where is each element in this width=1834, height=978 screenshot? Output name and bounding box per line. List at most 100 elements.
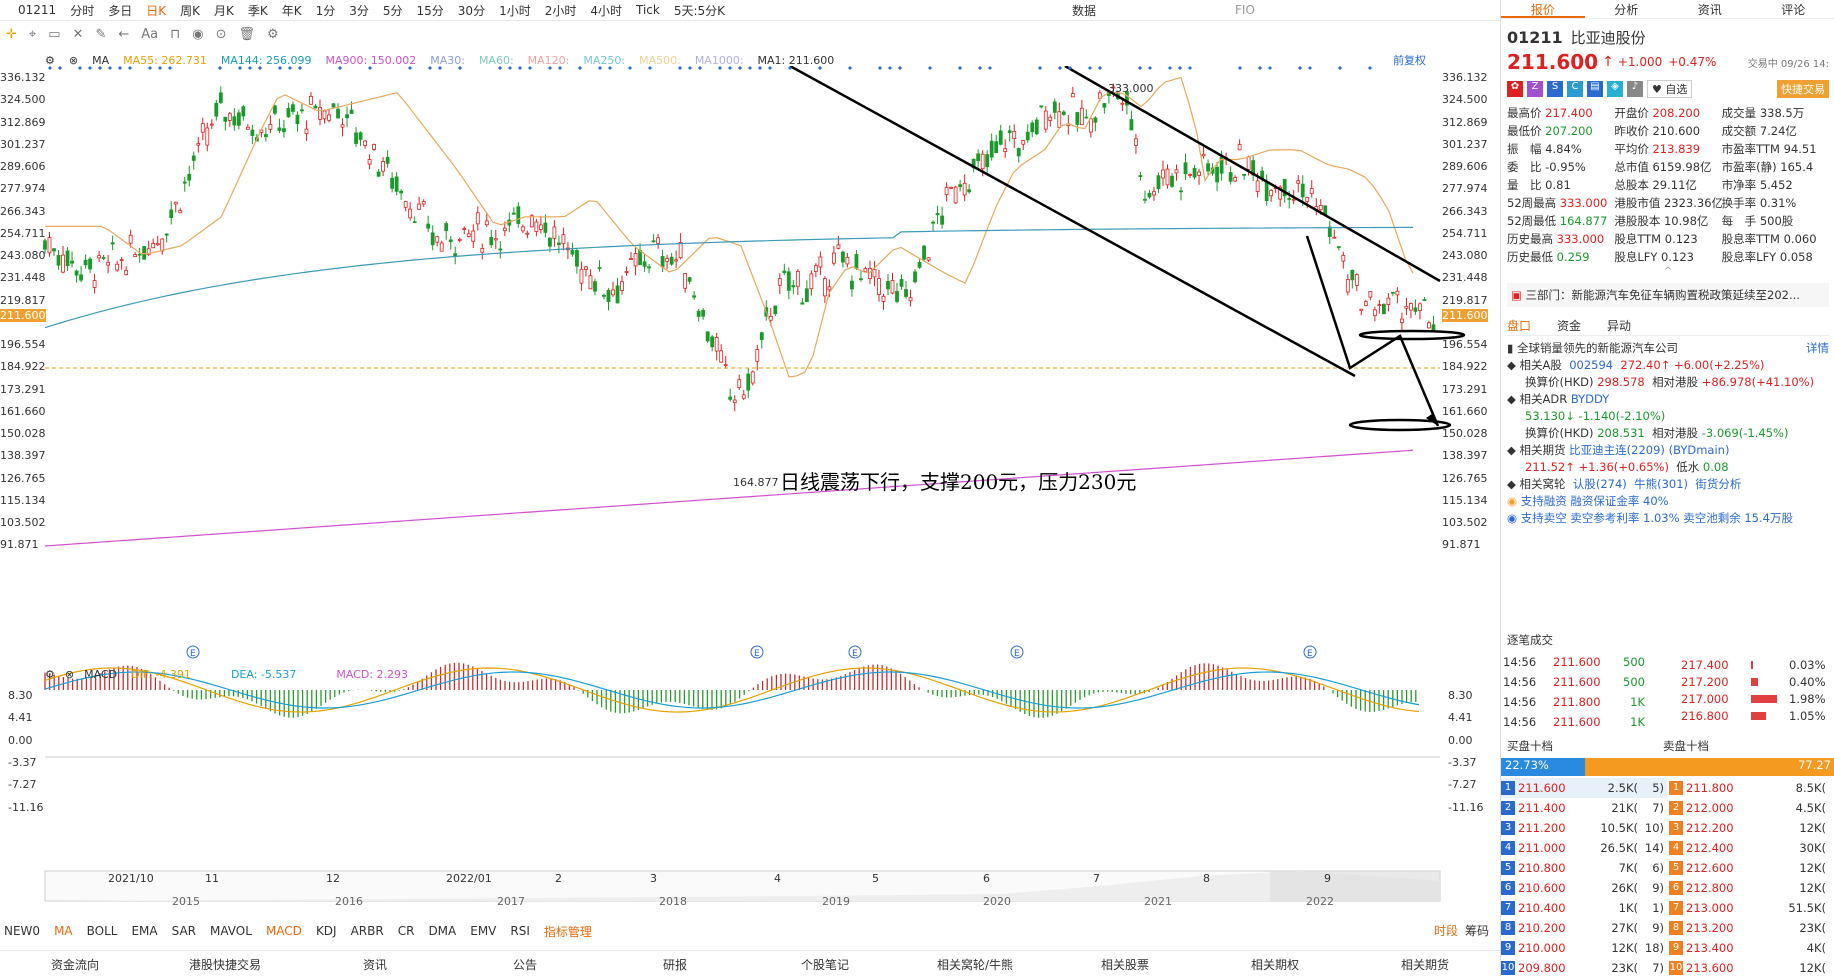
period-tab[interactable]: 5分 [383, 2, 403, 19]
period-tab[interactable]: 1小时 [499, 2, 531, 19]
chips-button[interactable]: 筹码 [1465, 922, 1489, 939]
hk-icon[interactable]: ✿ [1507, 81, 1523, 97]
bottom-nav-tab[interactable]: 相关期货 [1350, 956, 1500, 973]
period-tab[interactable]: 季K [248, 2, 268, 19]
ask-row[interactable]: 4212.40030K( [1669, 838, 1834, 858]
news-ticker[interactable]: ▣ 三部门：新能源汽车免征车辆购置税政策延续至202... [1507, 283, 1829, 307]
bottom-nav-tab[interactable]: 相关期权 [1200, 956, 1350, 973]
cross-tool-icon[interactable]: ✕ [73, 27, 84, 42]
indicator-tab[interactable]: NEW0 [4, 924, 40, 938]
warrant-call[interactable]: 认股(274) [1573, 476, 1627, 493]
ticks-title[interactable]: 逐笔成交 [1507, 632, 1553, 648]
ma-label[interactable]: MA [92, 54, 109, 67]
ask-row[interactable]: 5212.60012K( [1669, 858, 1834, 878]
ask-row[interactable]: 2212.0004.5K( [1669, 798, 1834, 818]
tag-icon[interactable]: ◈ [1607, 81, 1623, 97]
bottom-nav-tab[interactable]: 公告 [450, 956, 600, 973]
indicator-tab[interactable]: BOLL [87, 924, 118, 938]
ask-row[interactable]: 3212.20012K( [1669, 818, 1834, 838]
period-tab[interactable]: 4小时 [590, 2, 622, 19]
ask-row[interactable]: 6212.80012K( [1669, 878, 1834, 898]
close-icon[interactable]: ⊗ [69, 54, 78, 67]
bottom-nav-tab[interactable]: 港股快捷交易 [150, 956, 300, 973]
bid-row[interactable]: 3211.20010.5K(10) [1501, 818, 1667, 838]
doc-icon[interactable]: ▤ [1587, 81, 1603, 97]
bid-row[interactable]: 6210.60026K(9) [1501, 878, 1667, 898]
bottom-nav-tab[interactable]: 资金流向 [0, 956, 150, 973]
panel-tab[interactable]: 分析 [1585, 0, 1669, 18]
bottom-nav-tab[interactable]: 研报 [600, 956, 750, 973]
indicator-tab[interactable]: EMA [131, 924, 157, 938]
magnet-icon[interactable]: ⊓ [170, 27, 180, 42]
bell-icon[interactable]: ♪ [1627, 81, 1643, 97]
bottom-nav-tab[interactable]: 个股笔记 [750, 956, 900, 973]
close-icon[interactable]: ⊗ [65, 668, 74, 681]
subtab-movement[interactable]: 异动 [1607, 317, 1631, 334]
settings-icon[interactable]: ⚙ [267, 27, 279, 42]
ask-row[interactable]: 10213.60012K( [1669, 958, 1834, 978]
crosshair-icon[interactable]: ✛ [6, 27, 17, 42]
futures-name[interactable]: 比亚迪主连(2209) [1569, 442, 1665, 459]
indicator-tab[interactable]: ARBR [351, 924, 384, 938]
data-button[interactable]: 数据 [1072, 2, 1096, 19]
period-tab[interactable]: 月K [214, 2, 234, 19]
a-share-code[interactable]: 002594 [1569, 357, 1613, 374]
fio-button[interactable]: FIO [1235, 3, 1255, 17]
margin-icon[interactable]: Z [1527, 81, 1543, 97]
fast-trade-button[interactable]: 快捷交易 [1777, 80, 1829, 98]
detail-link[interactable]: 详情 [1806, 340, 1829, 357]
panel-tab[interactable]: 评论 [1752, 0, 1834, 18]
arrow-left-icon[interactable]: ← [118, 27, 129, 42]
collapse-icon[interactable]: ^ [1507, 266, 1829, 277]
period-tab[interactable]: 1分 [316, 2, 336, 19]
indicator-tab[interactable]: MACD [266, 924, 302, 938]
bid-row[interactable]: 8210.20027K(9) [1501, 918, 1667, 938]
bottom-nav-tab[interactable]: 相关窝轮/牛熊 [900, 956, 1050, 973]
panel-tab[interactable]: 报价 [1501, 0, 1585, 18]
period-tab[interactable]: 15分 [417, 2, 444, 19]
session-button[interactable]: 时段 [1434, 922, 1458, 939]
period-tab[interactable]: 分时 [70, 2, 94, 19]
indicator-tab[interactable]: SAR [172, 924, 196, 938]
watchlist-button[interactable]: ♥ 自选 [1647, 80, 1692, 98]
text-tool-icon[interactable]: Aa [141, 27, 158, 42]
brush-icon[interactable]: ✎ [95, 27, 106, 42]
indicator-tab[interactable]: 指标管理 [544, 923, 592, 940]
rect-tool-icon[interactable]: ▭ [48, 27, 60, 42]
pointer-icon[interactable]: ⌖ [29, 27, 36, 42]
warrant-analysis[interactable]: 街货分析 [1695, 476, 1741, 493]
settings-icon[interactable]: ⚙ [45, 668, 55, 681]
indicator-tab[interactable]: CR [398, 924, 415, 938]
eye-icon[interactable]: ◉ [192, 27, 203, 42]
s-icon[interactable]: S [1547, 81, 1563, 97]
indicator-tab[interactable]: KDJ [316, 924, 337, 938]
bottom-nav-tab[interactable]: 资讯 [300, 956, 450, 973]
warrant-bull[interactable]: 牛熊(301) [1634, 476, 1688, 493]
bid-row[interactable]: 10209.80023K(7) [1501, 958, 1667, 978]
bid-row[interactable]: 2211.40021K(7) [1501, 798, 1667, 818]
bottom-nav-tab[interactable]: 相关股票 [1050, 956, 1200, 973]
bid-row[interactable]: 5210.8007K(6) [1501, 858, 1667, 878]
indicator-tab[interactable]: DMA [428, 924, 456, 938]
c-icon[interactable]: C [1567, 81, 1583, 97]
settings-icon[interactable]: ⚙ [45, 54, 55, 67]
period-tab[interactable]: 3分 [349, 2, 369, 19]
period-tab[interactable]: Tick [636, 3, 660, 17]
bid-row[interactable]: 4211.00026.5K(14) [1501, 838, 1667, 858]
bid-row[interactable]: 1211.6002.5K(5) [1501, 778, 1667, 798]
ask-row[interactable]: 8213.20023K( [1669, 918, 1834, 938]
indicator-tab[interactable]: RSI [510, 924, 530, 938]
subtab-pankou[interactable]: 盘口 [1507, 317, 1531, 334]
period-tab[interactable]: 多日 [108, 2, 132, 19]
bid-row[interactable]: 7210.4001K(1) [1501, 898, 1667, 918]
indicator-tab[interactable]: EMV [470, 924, 496, 938]
indicator-tab[interactable]: MA [54, 924, 73, 938]
adr-code[interactable]: BYDDY [1571, 391, 1609, 408]
period-tab[interactable]: 年K [282, 2, 302, 19]
ask-row[interactable]: 7213.00051.5K( [1669, 898, 1834, 918]
trash-icon[interactable]: 🗑 [239, 27, 256, 42]
period-tab[interactable]: 5天:5分K [674, 2, 725, 19]
ask-row[interactable]: 9213.4004K( [1669, 938, 1834, 958]
period-tab[interactable]: 周K [180, 2, 200, 19]
macd-label[interactable]: MACD [84, 668, 117, 681]
